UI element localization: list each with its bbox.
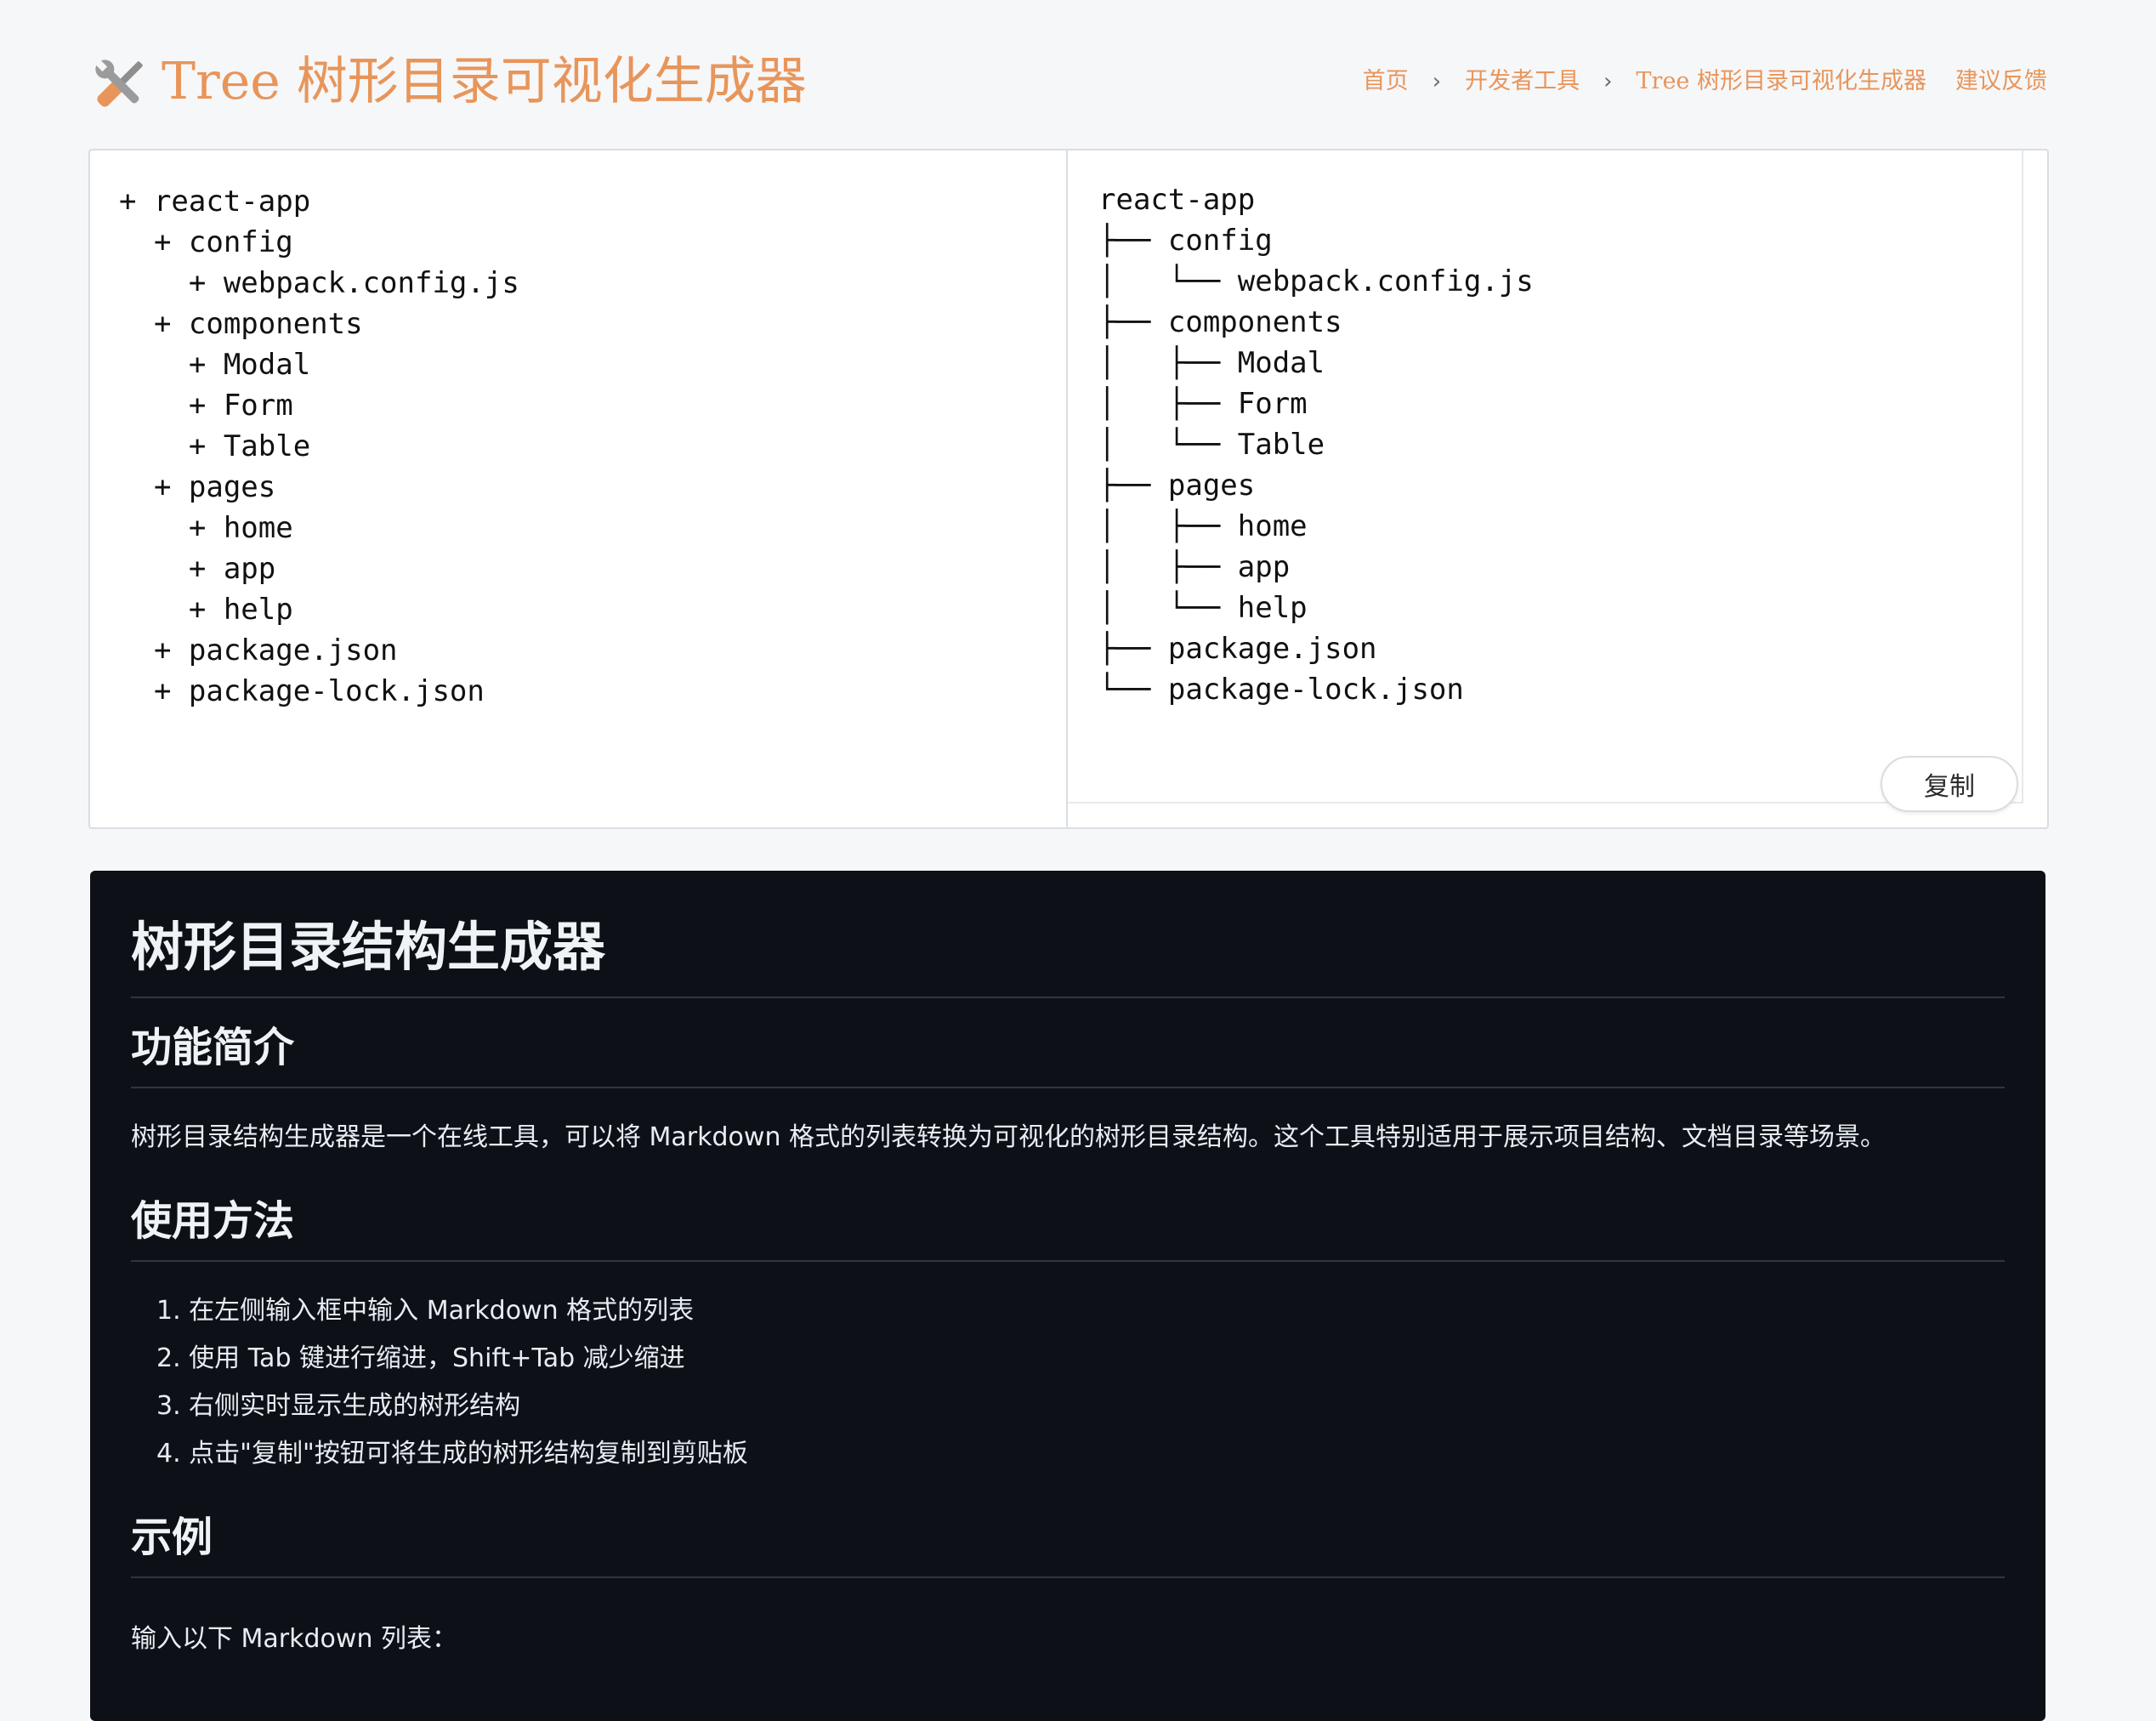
output-line: ├── package.json (1098, 632, 1377, 666)
usage-step: 2. 使用 Tab 键进行缩进，Shift+Tab 减少缩进 (156, 1343, 685, 1373)
output-line: ├── pages (1098, 469, 1256, 503)
markdown-input-text[interactable]: + react-app + config + webpack.config.js… (119, 181, 519, 712)
tree-editor: + react-app + config + webpack.config.js… (88, 149, 2049, 829)
breadcrumb-current[interactable]: Tree 树形目录可视化生成器 (1637, 65, 1926, 99)
input-line: + home (119, 511, 293, 545)
copy-button[interactable]: 复制 (1881, 756, 2018, 812)
breadcrumb: 首页 › 开发者工具 › Tree 树形目录可视化生成器 建议反馈 (1363, 65, 2047, 99)
input-line: + app (119, 552, 276, 586)
output-line: │ └── Table (1098, 428, 1325, 462)
usage-step: 1. 在左侧输入框中输入 Markdown 格式的列表 (156, 1296, 695, 1326)
input-line: + pages (119, 470, 276, 504)
input-line: + Modal (119, 348, 311, 382)
markdown-input[interactable]: + react-app + config + webpack.config.js… (90, 151, 1068, 827)
breadcrumb-home-link[interactable]: 首页 (1363, 65, 1409, 99)
chevron-right-icon: › (1603, 69, 1613, 94)
input-line: + react-app (119, 185, 311, 219)
output-line: ├── components (1098, 305, 1342, 339)
usage-heading: 使用方法 (131, 1194, 2005, 1262)
output-line: │ └── webpack.config.js (1098, 264, 1534, 298)
chevron-right-icon: › (1432, 69, 1442, 94)
output-line: │ ├── app (1098, 550, 1291, 584)
input-line: + package-lock.json (119, 674, 485, 708)
output-line: │ ├── Modal (1098, 346, 1325, 380)
docs-title: 树形目录结构生成器 (131, 913, 2005, 998)
input-line: + Form (119, 389, 293, 423)
example-text: 输入以下 Markdown 列表： (131, 1624, 457, 1654)
example-heading: 示例 (131, 1510, 2005, 1578)
output-line: react-app (1098, 183, 1256, 217)
intro-heading: 功能简介 (131, 1020, 2005, 1088)
input-line: + Table (119, 429, 311, 463)
input-line: + help (119, 593, 293, 627)
usage-steps: 1. 在左侧输入框中输入 Markdown 格式的列表 2. 使用 Tab 键进… (131, 1287, 748, 1478)
input-line: + package.json (119, 633, 398, 667)
intro-text: 树形目录结构生成器是一个在线工具，可以将 Markdown 格式的列表转换为可视… (131, 1122, 1886, 1152)
page-header: Tree 树形目录可视化生成器 首页 › 开发者工具 › Tree 树形目录可视… (88, 46, 2047, 117)
output-line: ├── config (1098, 224, 1273, 258)
docs-section: 树形目录结构生成器 功能简介 树形目录结构生成器是一个在线工具，可以将 Mark… (90, 871, 2045, 1721)
input-line: + webpack.config.js (119, 266, 519, 300)
output-line: └── package-lock.json (1098, 673, 1464, 707)
output-line: │ └── help (1098, 591, 1308, 625)
feedback-link[interactable]: 建议反馈 (1955, 65, 2047, 99)
input-line: + components (119, 307, 363, 341)
output-line: │ ├── Form (1098, 387, 1308, 421)
breadcrumb-dev-tools-link[interactable]: 开发者工具 (1465, 65, 1580, 99)
usage-step: 4. 点击"复制"按钮可将生成的树形结构复制到剪贴板 (156, 1439, 748, 1468)
input-line: + config (119, 225, 293, 259)
output-line: │ ├── home (1098, 509, 1308, 543)
tree-output: react-app ├── config │ └── webpack.config.… (1068, 151, 2023, 804)
tree-output-text: react-app ├── config │ └── webpack.config.… (1098, 179, 1534, 710)
usage-step: 3. 右侧实时显示生成的树形结构 (156, 1391, 521, 1421)
site-title: Tree 树形目录可视化生成器 (162, 52, 807, 111)
tools-icon (88, 53, 151, 116)
